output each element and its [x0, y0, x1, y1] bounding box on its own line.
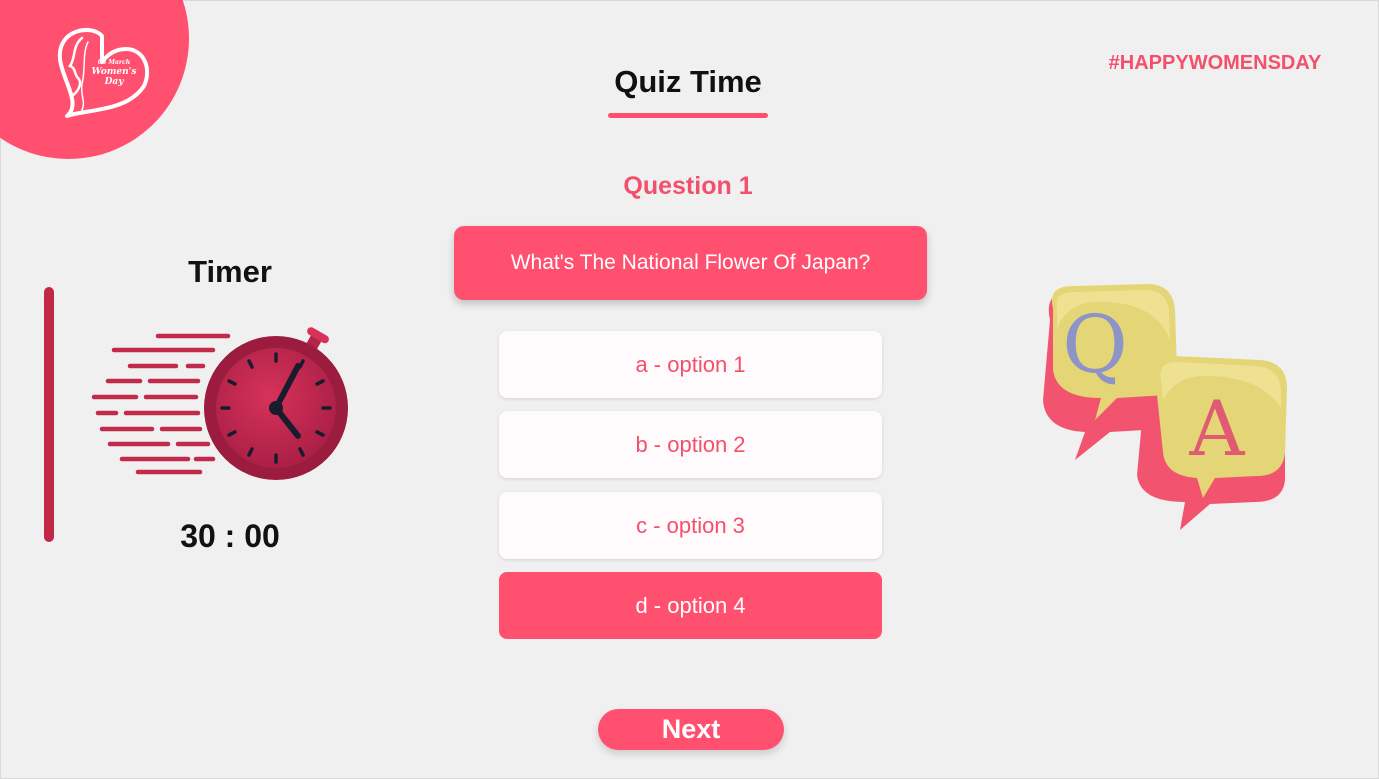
option-label: a - option 1 — [635, 351, 746, 377]
question-box: What's The National Flower Of Japan? — [454, 226, 927, 300]
logo-line1: 08 March — [98, 59, 130, 66]
next-button[interactable]: Next — [598, 709, 784, 750]
stopwatch-icon — [91, 327, 348, 480]
option-b-button[interactable]: b - option 2 — [499, 411, 882, 478]
timer-bar — [44, 287, 54, 542]
option-label: c - option 3 — [636, 512, 745, 538]
option-d-button[interactable]: d - option 4 — [499, 572, 882, 639]
option-label: d - option 4 — [635, 592, 746, 618]
hashtag-text: #HAPPYWOMENSDAY — [1108, 52, 1322, 74]
q-letter: Q — [1062, 298, 1128, 391]
a-letter: A — [1189, 384, 1246, 473]
logo-line2: Women's — [92, 67, 137, 77]
logo-line3: Day — [104, 77, 125, 87]
option-c-button[interactable]: c - option 3 — [499, 492, 882, 559]
title-underline — [608, 113, 768, 118]
qa-speech-bubbles-icon: Q A — [1043, 284, 1287, 530]
option-label: b - option 2 — [635, 431, 746, 457]
timer-title: Timer — [188, 254, 272, 289]
page-title: Quiz Time — [614, 64, 762, 99]
heart-woman-profile-icon: 08 March Women's Day — [57, 28, 150, 118]
question-text: What's The National Flower Of Japan? — [510, 251, 871, 274]
question-number: Question 1 — [623, 172, 753, 200]
timer-countdown: 30 : 00 — [180, 518, 280, 554]
option-a-button[interactable]: a - option 1 — [499, 331, 882, 398]
